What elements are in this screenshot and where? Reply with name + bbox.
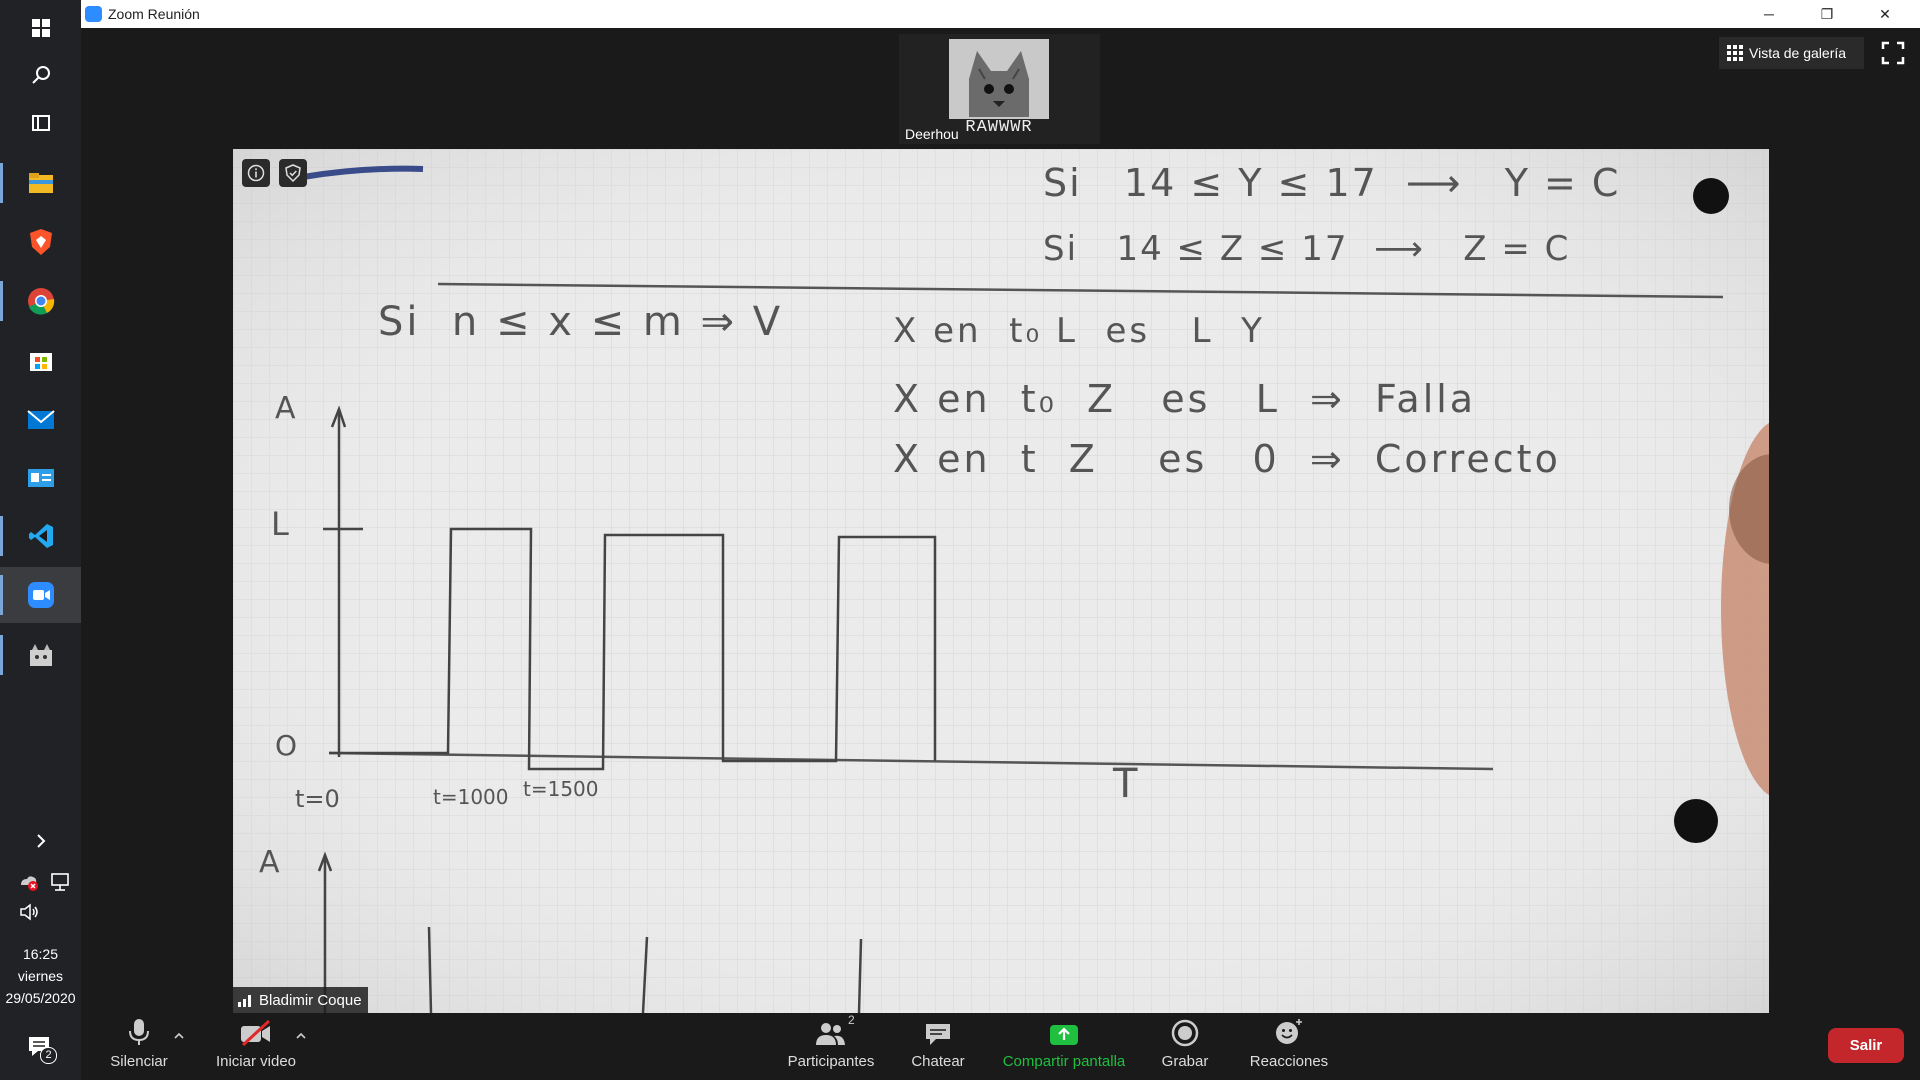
mail-icon[interactable] [0,392,81,448]
windows-taskbar: 16:25 viernes 29/05/2020 2 [0,0,81,1080]
minimize-button[interactable]: ─ [1740,0,1798,28]
reactions-label: Reacciones [1249,1053,1329,1070]
notification-count: 2 [40,1047,57,1064]
share-screen-button[interactable]: Compartir pantalla [995,1013,1133,1080]
meeting-info-button[interactable] [242,159,270,187]
chrome-icon[interactable] [0,273,81,329]
minimize-icon: ─ [1764,6,1774,22]
graph-label-t0: t=0 [295,785,340,813]
show-hidden-icons-chevron-icon[interactable] [0,826,81,856]
encryption-status-button[interactable] [279,159,307,187]
shared-screen-view: Si 14 ≤ Y ≤ 17 ⟶ Y = C Si 14 ≤ Z ≤ 17 ⟶ … [233,149,1769,1013]
handwriting-line-4: X en t₀ L es L Y [893,311,1265,351]
audio-options-chevron-icon[interactable] [172,1028,186,1042]
handwriting-line-2: Si 14 ≤ Z ≤ 17 ⟶ Z = C [1043,229,1571,269]
leave-meeting-button[interactable]: Salir [1828,1028,1904,1063]
kitty-app-icon[interactable] [0,627,81,683]
volume-icon[interactable] [18,902,40,922]
graph-label-t-axis: T [1113,761,1138,807]
start-video-label: Iniciar video [215,1053,297,1070]
share-screen-icon [1049,1013,1079,1047]
graph-label-t1: t=1000 [433,785,509,809]
restore-icon: ❐ [1820,5,1834,22]
zoom-icon[interactable] [0,567,81,623]
shield-check-icon [285,164,301,182]
info-icon [247,164,265,182]
gallery-view-button[interactable]: Vista de galería [1719,37,1864,69]
window-title-bar: Zoom Reunión ─ ❐ ✕ [81,0,1920,28]
video-options-chevron-icon[interactable] [294,1028,308,1042]
graph-label-t2: t=1500 [523,777,599,801]
onedrive-error-icon[interactable] [18,872,40,892]
mute-button[interactable]: Silenciar [105,1013,173,1080]
task-view-icon[interactable] [0,95,81,151]
reactions-button[interactable]: Reacciones [1245,1013,1333,1080]
handwriting-line-5: X en t₀ Z es L ⇒ Falla [893,377,1477,421]
window-title: Zoom Reunión [108,6,200,22]
mute-label: Silenciar [110,1053,168,1070]
participants-count: 2 [848,1013,855,1027]
record-button[interactable]: Grabar [1153,1013,1217,1080]
chat-button[interactable]: Chatear [905,1013,971,1080]
clock-time: 16:25 [22,946,59,962]
speaker-name: Bladimir Coque [259,991,362,1009]
notebook-paper [233,149,1769,1013]
zoom-logo-icon [85,6,102,22]
fullscreen-button[interactable] [1880,40,1906,66]
file-explorer-icon[interactable] [0,155,81,211]
close-icon: ✕ [1879,5,1891,22]
vscode-icon[interactable] [0,508,81,564]
participants-button[interactable]: 2 Participantes [785,1013,877,1080]
handwriting-line-3: Si n ≤ x ≤ m ⇒ V [378,299,784,345]
signal-strength-icon [238,995,251,1007]
notification-center-icon[interactable]: 2 [26,1033,57,1064]
chat-label: Chatear [911,1053,965,1070]
restore-button[interactable]: ❐ [1798,0,1856,28]
participants-icon: 2 [814,1013,855,1047]
clock-weekday: viernes [17,968,64,984]
share-screen-label: Compartir pantalla [1002,1053,1126,1070]
participant-thumbnail[interactable]: RAWWWR Deerhou [899,34,1100,144]
participant-avatar: RAWWWR [949,39,1049,139]
fullscreen-icon [1881,41,1905,65]
network-icon[interactable] [49,872,71,892]
gallery-view-label: Vista de galería [1749,45,1847,61]
clock-date: 29/05/2020 [5,990,76,1006]
reaction-smiley-icon [1274,1013,1304,1047]
handwriting-line-1: Si 14 ≤ Y ≤ 17 ⟶ Y = C [1043,161,1621,205]
record-icon [1171,1013,1199,1047]
chat-bubble-icon [924,1013,952,1047]
video-off-icon [239,1013,273,1047]
record-label: Grabar [1161,1053,1209,1070]
participants-label: Participantes [787,1053,875,1070]
avatar-caption: RAWWWR [965,118,1033,137]
microsoft-store-icon[interactable] [0,332,81,388]
system-clock[interactable]: 16:25 viernes 29/05/2020 [0,943,81,1009]
participant-name: Deerhou [905,126,959,142]
active-speaker-label: Bladimir Coque [233,987,368,1013]
handwriting-line-6: X en t Z es 0 ⇒ Correcto [893,437,1561,481]
graph-label-l: L [271,505,289,543]
graph-label-a: A [275,391,296,426]
microphone-icon [128,1013,150,1047]
close-button[interactable]: ✕ [1856,0,1914,28]
graph-label-o: O [275,729,298,762]
grid-icon [1727,45,1743,61]
contacts-card-icon[interactable] [0,450,81,506]
graph2-label-a: A [259,845,280,880]
brave-browser-icon[interactable] [0,214,81,270]
start-video-button[interactable]: Iniciar video [210,1013,302,1080]
